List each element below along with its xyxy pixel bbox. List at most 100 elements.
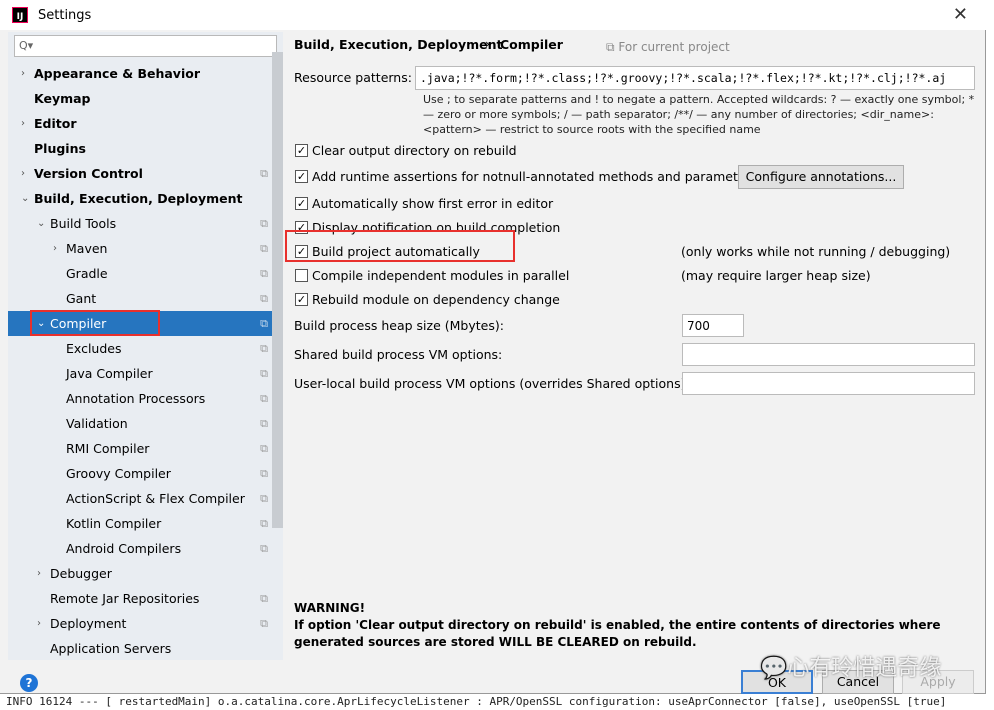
project-scope-icon: ⧉ <box>260 217 268 230</box>
tree-item-label: Keymap <box>34 91 91 106</box>
close-icon[interactable]: ✕ <box>953 4 968 25</box>
tree-item[interactable]: Validation ⧉ <box>8 411 272 436</box>
tree-item[interactable]: › Editor <box>8 111 272 136</box>
settings-dialog: IJ Settings ✕ Q▾ › Appearance & Behavior K… <box>0 0 986 694</box>
tree-item-label: Groovy Compiler <box>66 466 171 481</box>
tree-item[interactable]: ⌄ Build, Execution, Deployment <box>8 186 272 211</box>
tree-item[interactable]: Application Servers <box>8 636 272 661</box>
checkbox[interactable] <box>295 269 308 282</box>
chevron-down-icon[interactable]: ⌄ <box>37 211 45 236</box>
tree-item-label: Application Servers <box>50 641 172 656</box>
chevron-right-icon[interactable]: › <box>21 161 25 186</box>
settings-search-input[interactable]: Q▾ <box>14 35 277 57</box>
tree-item-label: Annotation Processors <box>66 391 206 406</box>
tree-item-label: Kotlin Compiler <box>66 516 162 531</box>
background-log-line: INFO 16124 --- [ restartedMain] o.a.cata… <box>0 694 994 710</box>
tree-item[interactable]: Plugins <box>8 136 272 161</box>
chevron-down-icon[interactable]: ⌄ <box>21 186 29 211</box>
intellij-app-icon: IJ <box>12 7 28 23</box>
checkbox-label[interactable]: Compile independent modules in parallel <box>312 268 569 283</box>
user-vm-options-label: User-local build process VM options (ove… <box>294 376 690 391</box>
tree-item-label: Build, Execution, Deployment <box>34 191 243 206</box>
configure-annotations-button[interactable]: Configure annotations... <box>738 165 904 189</box>
checkbox-label[interactable]: Add runtime assertions for notnull-annot… <box>312 169 757 184</box>
shared-vm-options-label: Shared build process VM options: <box>294 347 503 362</box>
tree-item[interactable]: RMI Compiler ⧉ <box>8 436 272 461</box>
heap-size-label: Build process heap size (Mbytes): <box>294 318 504 333</box>
project-scope-icon: ⧉ <box>260 417 268 430</box>
project-scope-icon: ⧉ <box>260 167 268 180</box>
checkbox[interactable]: ✓ <box>295 144 308 157</box>
chevron-right-icon[interactable]: › <box>37 611 41 636</box>
tree-item-label: Maven <box>66 241 108 256</box>
tree-item-label: Validation <box>66 416 128 431</box>
checkbox[interactable]: ✓ <box>295 170 308 183</box>
project-scope-icon: ⧉ <box>260 392 268 405</box>
warning-text: If option 'Clear output directory on reb… <box>294 618 941 649</box>
tree-item[interactable]: › Appearance & Behavior <box>8 61 272 86</box>
tree-item[interactable]: ActionScript & Flex Compiler ⧉ <box>8 486 272 511</box>
chevron-right-icon[interactable]: › <box>21 61 25 86</box>
tree-item-label: Debugger <box>50 566 112 581</box>
title-bar: IJ Settings ✕ <box>0 0 986 30</box>
tree-item-label: Remote Jar Repositories <box>50 591 200 606</box>
tree-item-label: ActionScript & Flex Compiler <box>66 491 245 506</box>
user-vm-options-input[interactable] <box>682 372 975 395</box>
tree-item-label: Java Compiler <box>66 366 153 381</box>
wechat-icon: 💬 <box>760 656 788 681</box>
tree-item[interactable]: › Debugger <box>8 561 272 586</box>
tree-item[interactable]: Gradle ⧉ <box>8 261 272 286</box>
tree-item[interactable]: Groovy Compiler ⧉ <box>8 461 272 486</box>
tree-item[interactable]: Annotation Processors ⧉ <box>8 386 272 411</box>
tree-item[interactable]: Kotlin Compiler ⧉ <box>8 511 272 536</box>
project-scope-icon: ⧉ <box>260 442 268 455</box>
breadcrumb-current: Compiler <box>500 37 563 52</box>
tree-item[interactable]: › Version Control ⧉ <box>8 161 272 186</box>
tree-item[interactable]: Gant ⧉ <box>8 286 272 311</box>
checkbox-label[interactable]: Rebuild module on dependency change <box>312 292 560 307</box>
tree-item[interactable]: Keymap <box>8 86 272 111</box>
checkbox-label[interactable]: Clear output directory on rebuild <box>312 143 517 158</box>
checkbox-label[interactable]: Automatically show first error in editor <box>312 196 553 211</box>
warning-message: WARNING! If option 'Clear output directo… <box>294 600 974 651</box>
tree-item-label: Appearance & Behavior <box>34 66 200 81</box>
chevron-right-icon[interactable]: › <box>21 111 25 136</box>
tree-item[interactable]: › Maven ⧉ <box>8 236 272 261</box>
tree-item-label: Gradle <box>66 266 108 281</box>
tree-item[interactable]: Remote Jar Repositories ⧉ <box>8 586 272 611</box>
option-note: (only works while not running / debuggin… <box>681 244 951 259</box>
tree-item-label: Build Tools <box>50 216 117 231</box>
tree-item-label: Version Control <box>34 166 143 181</box>
tree-item[interactable]: Excludes ⧉ <box>8 336 272 361</box>
tree-item[interactable]: ⌄ Build Tools ⧉ <box>8 211 272 236</box>
tree-item[interactable]: Java Compiler ⧉ <box>8 361 272 386</box>
project-scope-icon: ⧉ <box>260 542 268 555</box>
project-scope-icon: ⧉ <box>260 517 268 530</box>
project-scope-icon: ⧉ <box>260 267 268 280</box>
project-scope-icon: ⧉ <box>260 292 268 305</box>
project-scope-icon: ⧉ <box>260 242 268 255</box>
chevron-right-icon[interactable]: › <box>53 236 57 261</box>
chevron-right-icon[interactable]: › <box>37 561 41 586</box>
option-note: (may require larger heap size) <box>681 268 871 283</box>
compiler-settings-panel: Build, Execution, Deployment › Compiler … <box>284 30 986 660</box>
highlight-box-build-automatically <box>285 230 515 262</box>
watermark: 💬心有玲惜遇奇缘 <box>760 656 942 681</box>
resource-patterns-input[interactable]: .java;!?*.form;!?*.class;!?*.groovy;!?*.… <box>415 66 975 90</box>
checkbox[interactable]: ✓ <box>295 293 308 306</box>
project-scope-icon: ⧉ <box>260 592 268 605</box>
tree-item[interactable]: Android Compilers ⧉ <box>8 536 272 561</box>
checkbox[interactable]: ✓ <box>295 197 308 210</box>
project-scope-icon: ⧉ <box>260 617 268 630</box>
breadcrumb-separator: › <box>485 36 490 51</box>
window-title: Settings <box>38 7 92 23</box>
shared-vm-options-input[interactable] <box>682 343 975 366</box>
project-scope-icon: ⧉ <box>260 342 268 355</box>
project-scope-icon: ⧉ <box>260 467 268 480</box>
tree-item[interactable]: › Deployment ⧉ <box>8 611 272 636</box>
heap-size-input[interactable]: 700 <box>682 314 744 337</box>
scope-label: For current project <box>618 40 730 54</box>
breadcrumb-parent: Build, Execution, Deployment <box>294 37 503 52</box>
help-button[interactable]: ? <box>20 674 38 692</box>
sidebar-scrollbar[interactable] <box>272 52 283 528</box>
